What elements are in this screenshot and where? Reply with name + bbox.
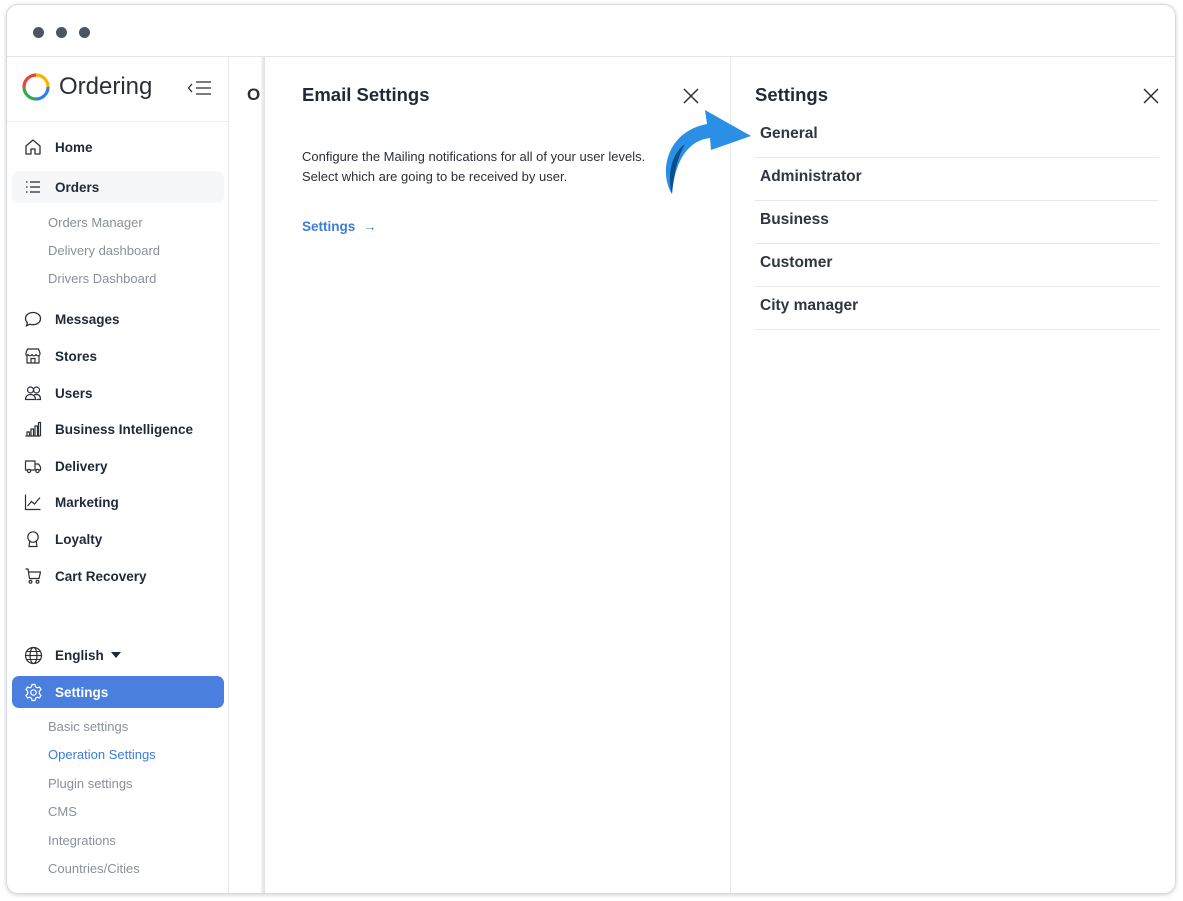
role-label: Customer xyxy=(760,254,833,271)
cart-icon xyxy=(23,566,43,586)
sidebar-item-loyalty[interactable]: Loyalty xyxy=(12,523,224,555)
language-label: English xyxy=(55,647,104,663)
settings-link[interactable]: Settings → xyxy=(302,219,377,234)
annotation-arrow-icon xyxy=(665,110,751,194)
sidebar-subitem-countries-cities[interactable]: Countries/Cities xyxy=(48,861,140,876)
role-label: City manager xyxy=(760,297,859,314)
users-icon xyxy=(23,383,43,403)
sidebar-item-marketing[interactable]: Marketing xyxy=(12,486,224,518)
home-icon xyxy=(23,137,43,157)
sidebar-item-label: Home xyxy=(55,139,93,155)
window-dot-icon xyxy=(79,27,90,38)
sidebar-item-label: Messages xyxy=(55,311,120,327)
role-item-general[interactable]: General xyxy=(755,115,1159,158)
sidebar-subitem-integrations[interactable]: Integrations xyxy=(48,833,116,848)
sidebar-subitem-delivery-dashboard[interactable]: Delivery dashboard xyxy=(48,243,160,258)
chat-bubble-icon xyxy=(23,309,43,329)
store-icon xyxy=(23,346,43,366)
description-line: Select which are going to be received by… xyxy=(302,169,568,184)
email-settings-description: Configure the Mailing notifications for … xyxy=(302,147,702,187)
sidebar-item-cart-recovery[interactable]: Cart Recovery xyxy=(12,560,224,592)
sidebar-subitem-orders-manager[interactable]: Orders Manager xyxy=(48,215,143,230)
window-dot-icon xyxy=(56,27,67,38)
settings-panel: Settings General Administrator Business … xyxy=(731,57,1175,893)
sidebar-item-messages[interactable]: Messages xyxy=(12,303,224,335)
sidebar-item-delivery[interactable]: Delivery xyxy=(12,450,224,482)
caret-down-icon xyxy=(110,651,121,658)
window-dot-icon xyxy=(33,27,44,38)
sidebar-item-label: Delivery xyxy=(55,458,108,474)
sidebar-item-label: Marketing xyxy=(55,494,119,510)
list-icon xyxy=(23,177,43,197)
arrow-right-icon: → xyxy=(363,219,377,234)
description-line: Configure the Mailing notifications for … xyxy=(302,149,646,164)
bar-chart-icon xyxy=(23,419,43,439)
close-icon xyxy=(683,88,699,104)
line-chart-icon xyxy=(23,492,43,512)
sidebar-item-label: Settings xyxy=(55,684,109,700)
sidebar: Ordering Home Orders Orders Manager Deli… xyxy=(7,57,229,893)
gear-icon xyxy=(23,682,43,702)
sidebar-subitem-drivers-dashboard[interactable]: Drivers Dashboard xyxy=(48,271,156,286)
globe-icon xyxy=(23,645,43,665)
sidebar-subitem-cms[interactable]: CMS xyxy=(48,804,77,819)
sidebar-subitem-operation-settings[interactable]: Operation Settings xyxy=(48,747,156,762)
sidebar-item-label: Business Intelligence xyxy=(55,421,194,437)
sidebar-item-label: Loyalty xyxy=(55,531,103,547)
settings-link-label: Settings xyxy=(302,219,356,234)
language-selector[interactable]: English xyxy=(12,639,224,671)
role-label: General xyxy=(760,125,818,142)
background-page: O xyxy=(229,57,265,893)
sidebar-item-home[interactable]: Home xyxy=(12,131,224,163)
award-icon xyxy=(23,529,43,549)
ordering-logo-icon xyxy=(22,73,50,101)
sidebar-item-label: Orders xyxy=(55,179,100,195)
collapse-sidebar-button[interactable] xyxy=(187,79,213,97)
role-item-business[interactable]: Business xyxy=(755,201,1159,244)
sidebar-item-orders[interactable]: Orders xyxy=(12,171,224,203)
role-item-customer[interactable]: Customer xyxy=(755,244,1159,287)
sidebar-subitem-plugin-settings[interactable]: Plugin settings xyxy=(48,776,133,791)
sidebar-divider xyxy=(7,121,228,122)
background-page-title: O xyxy=(247,85,261,104)
app-window: Ordering Home Orders Orders Manager Deli… xyxy=(6,4,1176,894)
title-bar xyxy=(7,5,1175,57)
sidebar-item-label: Stores xyxy=(55,348,98,364)
sidebar-item-label: Users xyxy=(55,385,93,401)
role-item-administrator[interactable]: Administrator xyxy=(755,158,1159,201)
sidebar-item-stores[interactable]: Stores xyxy=(12,340,224,372)
sidebar-subitem-basic-settings[interactable]: Basic settings xyxy=(48,719,128,734)
truck-icon xyxy=(23,456,43,476)
settings-panel-title: Settings xyxy=(755,84,828,105)
close-settings-button[interactable] xyxy=(1142,87,1160,105)
close-email-settings-button[interactable] xyxy=(682,87,700,105)
sidebar-item-settings[interactable]: Settings xyxy=(12,676,224,708)
sidebar-item-business-intelligence[interactable]: Business Intelligence xyxy=(12,413,224,445)
brand-name: Ordering xyxy=(59,73,153,100)
email-settings-title: Email Settings xyxy=(302,84,430,105)
role-label: Business xyxy=(760,211,829,228)
sidebar-item-label: Cart Recovery xyxy=(55,568,147,584)
role-item-city-manager[interactable]: City manager xyxy=(755,287,1159,330)
collapse-menu-icon xyxy=(187,81,211,95)
close-icon xyxy=(1143,88,1159,104)
sidebar-item-users[interactable]: Users xyxy=(12,377,224,409)
brand[interactable]: Ordering xyxy=(21,69,152,105)
role-label: Administrator xyxy=(760,168,862,185)
